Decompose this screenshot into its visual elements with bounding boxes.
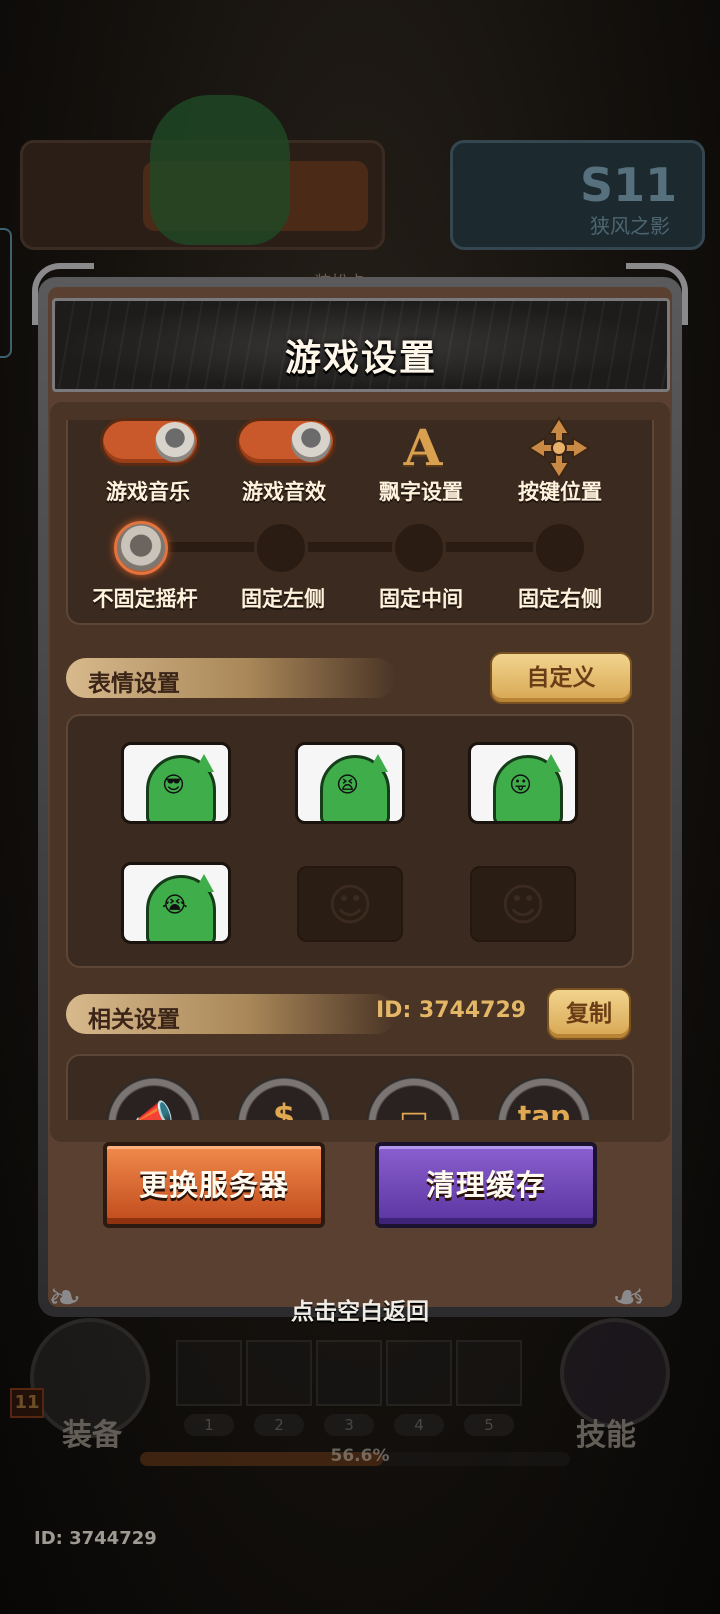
emote-slot-2[interactable]: 😫 [295, 742, 405, 824]
emote-section-header: 表情设置 [66, 658, 396, 698]
font-setting-label: 飘字设置 [379, 480, 463, 504]
emote-section-title: 表情设置 [88, 671, 180, 697]
related-section-header: 相关设置 [66, 994, 396, 1034]
toggle-knob [291, 422, 331, 462]
xp-percent: 56.6% [330, 1446, 390, 1466]
joystick-option-free[interactable] [114, 521, 168, 575]
side-tab [0, 228, 12, 358]
player-id: ID: 3744729 [376, 998, 527, 1023]
item-slot-3 [316, 1340, 382, 1406]
emote-slot-3[interactable]: 😛 [468, 742, 578, 824]
dino-spike [194, 754, 214, 772]
related-settings-group: 📣 $ ▭ tap [66, 1054, 634, 1120]
player-level-badge: 11 [10, 1388, 44, 1418]
item-slot-1 [176, 1340, 242, 1406]
emote-slot-4[interactable]: 😭 [121, 862, 231, 944]
clear-cache-button[interactable]: 清理缓存 [375, 1142, 597, 1228]
megaphone-icon[interactable]: 📣 [106, 1076, 202, 1120]
font-setting-icon[interactable]: A [393, 420, 453, 476]
related-section-title: 相关设置 [88, 1007, 180, 1033]
joystick-label-center: 固定中间 [379, 587, 463, 611]
slot-number: 4 [394, 1414, 444, 1436]
joystick-option-center[interactable] [392, 521, 446, 575]
joystick-track [140, 542, 560, 552]
crying-emote-icon: 😭 [162, 893, 188, 918]
coin-icon[interactable]: $ [236, 1076, 332, 1120]
season-badge: S11 [580, 158, 678, 212]
smiley-placeholder-icon: ☺ [500, 880, 546, 931]
dialog-title: 游戏设置 [284, 338, 437, 379]
dino-spike [541, 754, 561, 772]
tap-blank-to-return[interactable]: 点击空白返回 [0, 1292, 720, 1326]
slot-number: 5 [464, 1414, 514, 1436]
move-arrows-icon[interactable] [527, 416, 591, 480]
emote-slot-1[interactable]: 😎 [121, 742, 231, 824]
footer-player-id: ID: 3744729 [34, 1528, 157, 1549]
emote-slot-6-empty[interactable]: ☺ [470, 866, 576, 942]
dino-spike [368, 754, 388, 772]
card-icon[interactable]: ▭ [366, 1076, 462, 1120]
bottom-hud: 11 装备 1 2 3 4 5 技能 [0, 1318, 720, 1498]
dino-character-figure [150, 95, 290, 245]
cool-sunglasses-emote-icon: 😎 [162, 773, 185, 798]
joystick-label-free: 不固定摇杆 [92, 587, 198, 611]
dialog-title-bar: 游戏设置 [52, 298, 670, 392]
change-server-button[interactable]: 更换服务器 [103, 1142, 325, 1228]
slot-number: 2 [254, 1414, 304, 1436]
customize-button[interactable]: 自定义 [490, 652, 632, 704]
joystick-option-right[interactable] [533, 521, 587, 575]
tap-icon[interactable]: tap [496, 1076, 592, 1120]
joystick-option-left[interactable] [254, 521, 308, 575]
dino-spike [194, 874, 214, 892]
angry-shout-emote-icon: 😫 [336, 773, 359, 798]
key-position-label: 按键位置 [518, 480, 602, 504]
music-label: 游戏音乐 [106, 480, 190, 504]
item-slot-2 [246, 1340, 312, 1406]
sound-effects-toggle[interactable] [236, 418, 336, 466]
emote-slot-5-empty[interactable]: ☺ [297, 866, 403, 942]
sound-effects-label: 游戏音效 [242, 480, 326, 504]
tongue-out-emote-icon: 😛 [509, 773, 532, 798]
item-slot-4 [386, 1340, 452, 1406]
toggle-knob [155, 422, 195, 462]
joystick-label-right: 固定右侧 [518, 587, 602, 611]
joystick-label-left: 固定左侧 [241, 587, 325, 611]
smiley-placeholder-icon: ☺ [327, 880, 373, 931]
item-slot-5 [456, 1340, 522, 1406]
copy-id-button[interactable]: 复制 [547, 988, 631, 1040]
slot-number: 1 [184, 1414, 234, 1436]
slot-number: 3 [324, 1414, 374, 1436]
season-subtitle: 狭风之影 [590, 214, 670, 238]
music-toggle[interactable] [100, 418, 200, 466]
